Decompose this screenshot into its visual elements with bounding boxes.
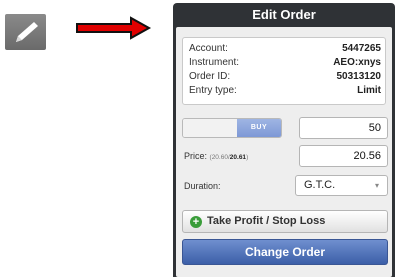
quantity-input[interactable]: 50 (299, 117, 388, 139)
dialog-title: Edit Order (252, 7, 316, 22)
side-toggle-sell-segment[interactable] (183, 119, 237, 137)
duration-selected-value: G.T.C. (304, 179, 336, 191)
price-range-high: 20.61 (229, 154, 247, 161)
info-label: Order ID: (189, 71, 231, 82)
info-row-account: Account: 5447265 (189, 43, 381, 55)
take-profit-stop-loss-button[interactable]: + Take Profit / Stop Loss (182, 210, 388, 233)
info-row-entry-type: Entry type: Limit (189, 85, 381, 97)
info-label: Instrument: (189, 57, 240, 68)
price-label: Price: (20.60/20.61) (184, 151, 248, 163)
info-value: 50313120 (336, 71, 382, 82)
right-arrow-icon (76, 16, 152, 40)
order-info-box: Account: 5447265 Instrument: AEO:xnys Or… (182, 37, 386, 105)
side-toggle-buy-segment[interactable]: BUY (237, 119, 281, 137)
duration-select[interactable]: G.T.C. ▾ (295, 175, 388, 196)
price-range-close: ) (246, 154, 249, 161)
price-input[interactable]: 20.56 (299, 145, 388, 167)
side-toggle[interactable]: BUY (182, 118, 282, 138)
plus-circle-icon: + (190, 216, 202, 228)
price-range-low: (20.60/ (209, 154, 230, 161)
dialog-body: Account: 5447265 Instrument: AEO:xnys Or… (176, 27, 392, 277)
chevron-down-icon: ▾ (374, 181, 379, 190)
info-value: 5447265 (342, 43, 381, 54)
info-value: Limit (357, 85, 381, 96)
take-profit-stop-loss-label: Take Profit / Stop Loss (207, 215, 326, 227)
edit-button[interactable] (5, 14, 46, 50)
info-row-order-id: Order ID: 50313120 (189, 71, 381, 83)
price-label-text: Price: (184, 151, 208, 161)
edit-order-dialog: Edit Order Account: 5447265 Instrument: … (173, 3, 395, 277)
change-order-button[interactable]: Change Order (182, 239, 388, 265)
info-label: Account: (189, 43, 228, 54)
price-range: (20.60/20.61) (210, 154, 249, 161)
info-label: Entry type: (189, 85, 237, 96)
duration-label: Duration: (184, 181, 221, 191)
pencil-icon (16, 22, 38, 42)
info-value: AEO:xnys (333, 57, 381, 68)
info-row-instrument: Instrument: AEO:xnys (189, 57, 381, 69)
